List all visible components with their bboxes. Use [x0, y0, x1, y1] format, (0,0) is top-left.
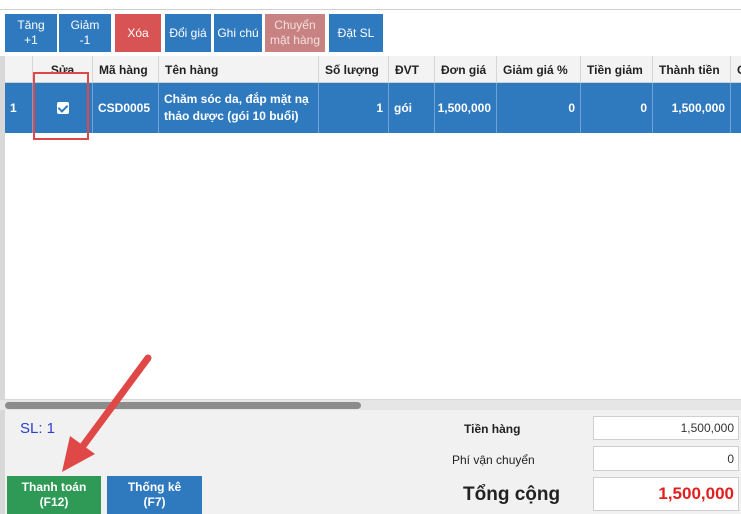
row-discount-amt: 0	[581, 83, 653, 133]
header-price: Đơn giá	[435, 56, 497, 83]
subtotal-value: 1,500,000	[593, 416, 739, 440]
summary-panel: SL: 1 Tiền hàng 1,500,000 Phí vận chuyển…	[0, 410, 741, 514]
header-unit: ĐVT	[389, 56, 435, 83]
pay-button[interactable]: Thanh toán (F12)	[7, 476, 101, 514]
order-grid: Sửa Mã hàng Tên hàng Số lượng ĐVT Đơn gi…	[0, 56, 741, 408]
header-discount-amt: Tiền giảm	[581, 56, 653, 83]
grid-header: Sửa Mã hàng Tên hàng Số lượng ĐVT Đơn gi…	[5, 56, 741, 83]
header-code: Mã hàng	[93, 56, 159, 83]
stats-button[interactable]: Thống kê (F7)	[107, 476, 202, 514]
delete-button[interactable]: Xóa	[114, 13, 162, 53]
header-stt	[5, 56, 33, 83]
transfer-item-button[interactable]: Chuyển mặt hàng	[264, 13, 326, 53]
total-value-box: 1,500,000	[593, 477, 739, 511]
header-more: G	[731, 56, 741, 83]
header-total: Thành tiền	[653, 56, 731, 83]
header-name: Tên hàng	[159, 56, 319, 83]
row-total: 1,500,000	[653, 83, 731, 133]
row-more	[731, 83, 741, 133]
item-count: SL: 1	[20, 420, 56, 437]
row-code: CSD0005	[93, 83, 159, 133]
row-quantity[interactable]: 1	[319, 83, 389, 133]
toolbar: Tăng +1 Giảm -1 Xóa Đổi giá Ghi chú Chuy…	[0, 11, 741, 55]
set-quantity-button[interactable]: Đặt SL	[328, 13, 384, 53]
scrollbar-thumb[interactable]	[5, 402, 361, 409]
row-unit: gói	[389, 83, 435, 133]
change-price-button[interactable]: Đổi giá	[164, 13, 212, 53]
row-stt: 1	[5, 83, 33, 133]
shipping-label: Phí vận chuyển	[452, 453, 535, 467]
total-value: 1,500,000	[658, 484, 734, 503]
horizontal-scrollbar[interactable]	[0, 399, 741, 410]
table-row[interactable]: 1 CSD0005 Chăm sóc da, đắp mặt nạ thảo d…	[5, 83, 741, 133]
row-name: Chăm sóc da, đắp mặt nạ thảo dược (gói 1…	[159, 83, 319, 133]
increase-button[interactable]: Tăng +1	[4, 13, 58, 53]
highlight-box	[33, 72, 89, 140]
row-price: 1,500,000	[435, 83, 497, 133]
header-discount-pct: Giảm giá %	[497, 56, 581, 83]
top-strip	[0, 0, 741, 10]
shipping-input[interactable]: 0	[593, 446, 739, 471]
decrease-button[interactable]: Giảm -1	[58, 13, 112, 53]
row-discount-pct: 0	[497, 83, 581, 133]
subtotal-label: Tiền hàng	[464, 422, 521, 436]
header-quantity: Số lượng	[319, 56, 389, 83]
total-label: Tổng cộng	[463, 484, 561, 505]
note-button[interactable]: Ghi chú	[213, 13, 263, 53]
